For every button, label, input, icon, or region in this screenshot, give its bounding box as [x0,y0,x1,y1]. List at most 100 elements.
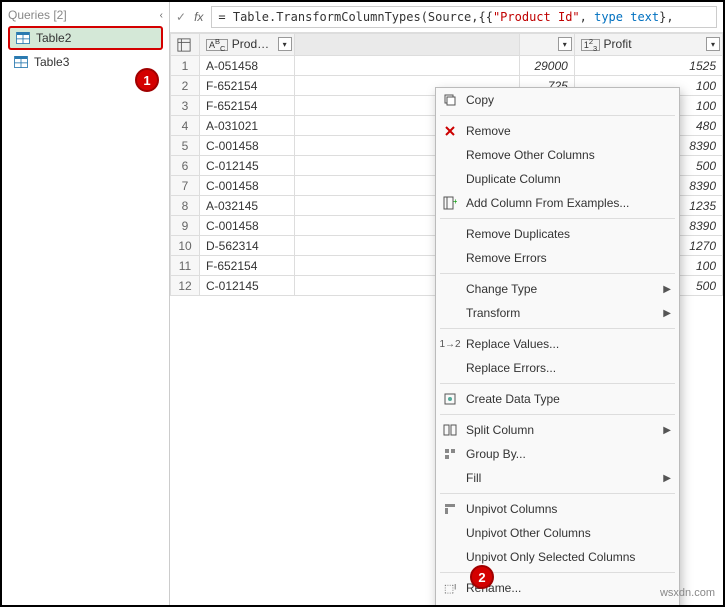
column-header-profit[interactable]: 123 Profit ▾ [574,34,722,56]
replace-icon: 1→2 [442,336,458,352]
cell-hidden [294,56,519,76]
row-number: 8 [171,196,200,216]
menu-separator [440,328,675,329]
menu-separator [440,218,675,219]
submenu-arrow-icon: ▶ [663,473,671,484]
cell-product-id[interactable]: C-001458 [200,136,295,156]
menu-item-duplicate-column[interactable]: Duplicate Column [436,167,679,191]
cell-product-id[interactable]: F-652154 [200,96,295,116]
table-icon [177,38,191,52]
menu-item-label: Transform [466,306,520,320]
menu-item-replace-errors[interactable]: Replace Errors... [436,356,679,380]
queries-header[interactable]: Queries [2] ‹ [8,6,163,24]
menu-item-add-column-from-examples[interactable]: + Add Column From Examples... [436,191,679,215]
menu-separator [440,383,675,384]
row-number: 2 [171,76,200,96]
table-corner[interactable] [171,34,200,56]
table-row[interactable]: 1A-051458 290001525 [171,56,723,76]
content-area: ✓ fx = Table.TransformColumnTypes(Source… [170,2,723,605]
column-header-mid[interactable]: ▾ [520,34,575,56]
row-number: 4 [171,116,200,136]
menu-item-label: Create Data Type [466,392,560,406]
menu-item-unpivot-columns[interactable]: Unpivot Columns [436,497,679,521]
menu-item-unpivot-only-selected-columns[interactable]: Unpivot Only Selected Columns [436,545,679,569]
cell-product-id[interactable]: C-012145 [200,156,295,176]
cell-product-id[interactable]: A-032145 [200,196,295,216]
collapse-icon[interactable]: ‹ [160,10,163,21]
menu-item-label: Unpivot Only Selected Columns [466,550,635,564]
data-grid: ABC Prod… ▾ ▾ 123 Profit ▾ [170,33,723,605]
cell-product-id[interactable]: A-051458 [200,56,295,76]
menu-separator [440,414,675,415]
menu-item-label: Add Column From Examples... [466,196,629,210]
column-header-product-id[interactable]: ABC Prod… ▾ [200,34,295,56]
menu-item-unpivot-other-columns[interactable]: Unpivot Other Columns [436,521,679,545]
group-icon [442,446,458,462]
cell-mid[interactable]: 29000 [520,56,575,76]
submenu-arrow-icon: ▶ [663,284,671,295]
query-item-table2[interactable]: Table2 [8,26,163,50]
table-icon [14,56,28,68]
svg-text:+: + [453,197,457,206]
column-label: Profit [604,37,632,51]
cell-product-id[interactable]: D-562314 [200,236,295,256]
row-number: 7 [171,176,200,196]
column-header-hidden [294,34,519,56]
menu-item-label: Group By... [466,447,526,461]
table-icon [16,32,30,44]
column-label: Prod… [232,37,269,51]
menu-item-label: Remove Other Columns [466,148,595,162]
column-dropdown-icon[interactable]: ▾ [558,37,572,51]
menu-item-create-data-type[interactable]: Create Data Type [436,387,679,411]
menu-item-label: Remove [466,124,511,138]
cell-product-id[interactable]: C-001458 [200,176,295,196]
menu-item-label: Unpivot Columns [466,502,557,516]
fx-icon[interactable]: fx [194,10,203,24]
menu-item-split-column[interactable]: Split Column ▶ [436,418,679,442]
cell-product-id[interactable]: A-031021 [200,116,295,136]
menu-item-fill[interactable]: Fill▶ [436,466,679,490]
copy-icon [442,92,458,108]
unpivot-icon [442,501,458,517]
menu-item-group-by[interactable]: Group By... [436,442,679,466]
callout-1: 1 [135,68,159,92]
menu-item-label: Remove Duplicates [466,227,570,241]
check-icon[interactable]: ✓ [176,10,186,24]
menu-item-label: Unpivot Other Columns [466,526,591,540]
menu-item-remove-errors[interactable]: Remove Errors [436,246,679,270]
formula-input[interactable]: = Table.TransformColumnTypes(Source,{{"P… [211,6,717,28]
menu-separator [440,493,675,494]
column-dropdown-icon[interactable]: ▾ [706,37,720,51]
cell-product-id[interactable]: F-652154 [200,76,295,96]
menu-item-label: Duplicate Column [466,172,561,186]
cell-product-id[interactable]: F-652154 [200,256,295,276]
menu-item-copy[interactable]: Copy [436,88,679,112]
menu-item-label: Copy [466,93,494,107]
column-dropdown-icon[interactable]: ▾ [278,37,292,51]
row-number: 3 [171,96,200,116]
row-number: 9 [171,216,200,236]
menu-item-remove-duplicates[interactable]: Remove Duplicates [436,222,679,246]
query-item-label: Table3 [34,55,69,69]
menu-separator [440,273,675,274]
context-menu: Copy Remove Remove Other Columns Duplicate … [435,87,680,605]
submenu-arrow-icon: ▶ [663,308,671,319]
menu-item-label: Change Type [466,282,537,296]
menu-item-label: Split Column [466,423,534,437]
menu-item-label: Replace Values... [466,337,559,351]
menu-item-remove-other-columns[interactable]: Remove Other Columns [436,143,679,167]
row-number: 10 [171,236,200,256]
menu-item-change-type[interactable]: Change Type ▶ [436,277,679,301]
cell-product-id[interactable]: C-001458 [200,216,295,236]
cell-product-id[interactable]: C-012145 [200,276,295,296]
menu-item-label: Replace Errors... [466,361,556,375]
row-number: 1 [171,56,200,76]
formula-bar: ✓ fx = Table.TransformColumnTypes(Source… [170,2,723,33]
submenu-arrow-icon: ▶ [663,425,671,436]
menu-item-move[interactable]: Move▶ [436,600,679,605]
cell-profit[interactable]: 1525 [574,56,722,76]
menu-item-replace-values[interactable]: 1→2 Replace Values... [436,332,679,356]
menu-item-transform[interactable]: Transform ▶ [436,301,679,325]
menu-item-remove[interactable]: Remove [436,119,679,143]
menu-separator [440,115,675,116]
